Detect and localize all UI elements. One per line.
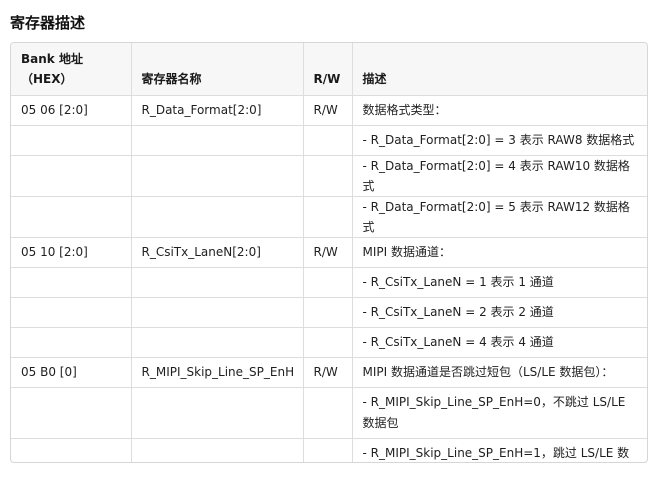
header-bank-address: Bank 地址 （HEX） [11,43,132,96]
cell-rw: R/W [303,237,353,268]
cell-register-name: R_MIPI_Skip_Line_SP_EnH [131,357,304,388]
cell-description: - R_MIPI_Skip_Line_SP_EnH=0，不跳过 LS/LE 数据… [352,387,647,439]
cell-description: - R_Data_Format[2:0] = 3 表示 RAW8 数据格式 [352,125,647,156]
cell-rw: R/W [303,357,353,388]
cell-rw [303,267,353,298]
cell-bank-address [11,125,132,156]
cell-register-name [131,267,304,298]
cell-description: 数据格式类型： [352,95,647,126]
cell-rw [303,125,353,156]
cell-register-name: R_CsiTx_LaneN[2:0] [131,237,304,268]
cell-rw [303,155,353,197]
cell-description: - R_CsiTx_LaneN = 1 表示 1 通道 [352,267,647,298]
cell-rw: R/W [303,95,353,126]
table-row: 05 B0 [0] R_MIPI_Skip_Line_SP_EnH R/W MI… [11,357,647,388]
cell-register-name: R_Data_Format[2:0] [131,95,304,126]
cell-bank-address [11,438,132,462]
table-row: - R_CsiTx_LaneN = 4 表示 4 通道 [11,327,647,358]
cell-rw [303,297,353,328]
cell-register-name [131,297,304,328]
cell-rw [303,196,353,238]
cell-bank-address [11,196,132,238]
cell-bank-address [11,297,132,328]
cell-register-name [131,387,304,439]
table-row: 05 06 [2:0] R_Data_Format[2:0] R/W 数据格式类… [11,95,647,126]
cell-bank-address: 05 06 [2:0] [11,95,132,126]
section-title: 寄存器描述 [10,14,86,32]
cell-rw [303,327,353,358]
cell-register-name [131,327,304,358]
cell-description: MIPI 数据通道是否跳过短包（LS/LE 数据包）： [352,357,647,388]
table-row: - R_Data_Format[2:0] = 4 表示 RAW10 数据格式 [11,155,647,197]
cell-register-name [131,125,304,156]
table-row: - R_MIPI_Skip_Line_SP_EnH=0，不跳过 LS/LE 数据… [11,387,647,439]
table-header-row: Bank 地址 （HEX） 寄存器名称 R/W 描述 [11,43,647,96]
cell-bank-address [11,155,132,197]
table-row: - R_Data_Format[2:0] = 5 表示 RAW12 数据格式 [11,196,647,238]
cell-description: - R_Data_Format[2:0] = 5 表示 RAW12 数据格式 [352,196,647,238]
table-row: - R_Data_Format[2:0] = 3 表示 RAW8 数据格式 [11,125,647,156]
cell-register-name [131,438,304,462]
table-row: - R_CsiTx_LaneN = 2 表示 2 通道 [11,297,647,328]
cell-bank-address [11,327,132,358]
cell-description: - R_MIPI_Skip_Line_SP_EnH=1，跳过 LS/LE 数据包 [362,445,630,460]
header-register-name: 寄存器名称 [131,43,304,96]
cell-description: - R_Data_Format[2:0] = 4 表示 RAW10 数据格式 [352,155,647,197]
cell-bank-address [11,267,132,298]
register-table: Bank 地址 （HEX） 寄存器名称 R/W 描述 05 06 [2:0] R… [10,42,648,463]
cell-rw [303,387,353,439]
header-description: 描述 [352,43,647,96]
table-row: - R_CsiTx_LaneN = 1 表示 1 通道 [11,267,647,298]
cell-register-name [131,196,304,238]
cell-description: - R_CsiTx_LaneN = 4 表示 4 通道 [352,327,647,358]
cell-bank-address: 05 10 [2:0] [11,237,132,268]
header-rw: R/W [303,43,353,96]
cell-description: MIPI 数据通道： [352,237,647,268]
cell-register-name [131,155,304,197]
table-row: - R_MIPI_Skip_Line_SP_EnH=1，跳过 LS/LE 数据包 [11,438,647,462]
cell-bank-address [11,387,132,439]
cell-bank-address: 05 B0 [0] [11,357,132,388]
cell-description: - R_CsiTx_LaneN = 2 表示 2 通道 [352,297,647,328]
cell-rw [303,438,353,462]
table-row: 05 10 [2:0] R_CsiTx_LaneN[2:0] R/W MIPI … [11,237,647,268]
